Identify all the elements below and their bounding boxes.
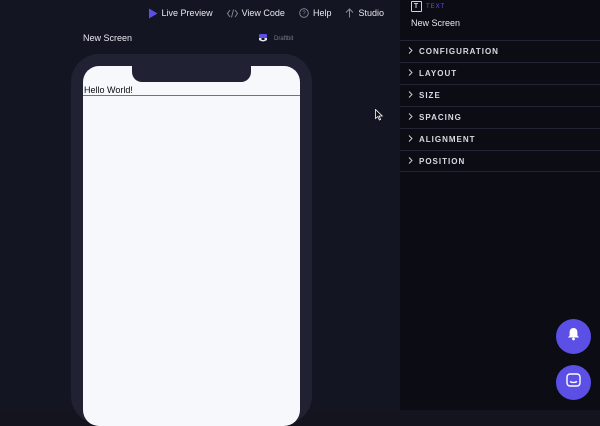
- chat-button[interactable]: [556, 365, 591, 400]
- section-label: LAYOUT: [419, 69, 458, 78]
- section-label: SPACING: [419, 113, 462, 122]
- chevron-right-icon: [408, 91, 413, 100]
- brand-badge: Draftbit: [258, 33, 293, 45]
- bell-icon: [567, 327, 580, 346]
- view-code-label: View Code: [241, 8, 285, 18]
- help-icon: ?: [299, 8, 309, 18]
- element-type-row: T TEXT: [411, 1, 445, 12]
- play-icon: [148, 8, 158, 19]
- properties-panel: T TEXT New Screen CONFIGURATION LAYOUT S…: [400, 0, 600, 410]
- code-icon: [226, 8, 238, 18]
- section-label: POSITION: [419, 156, 466, 166]
- view-code-button[interactable]: View Code: [226, 8, 285, 18]
- section-list: CONFIGURATION LAYOUT SIZE SPACING ALIGNM…: [400, 40, 600, 172]
- panel-header: T TEXT New Screen: [400, 0, 600, 40]
- chevron-right-icon: [408, 69, 413, 78]
- mouse-cursor-icon: [375, 108, 384, 126]
- hello-world-text[interactable]: Hello World!: [83, 84, 300, 96]
- element-name: New Screen: [411, 18, 461, 28]
- brand-label: Draftbit: [274, 36, 294, 42]
- live-preview-label: Live Preview: [161, 8, 213, 18]
- chevron-right-icon: [408, 113, 413, 122]
- help-button[interactable]: ? Help: [299, 8, 332, 18]
- section-layout[interactable]: LAYOUT: [400, 62, 600, 84]
- chevron-right-icon: [408, 135, 413, 144]
- chevron-right-icon: [408, 47, 413, 56]
- screen-title: New Screen: [83, 33, 133, 43]
- help-label: Help: [312, 8, 332, 18]
- draftbit-logo-icon: [258, 33, 268, 45]
- section-label: CONFIGURATION: [419, 47, 499, 56]
- arrow-up-icon: [345, 8, 354, 18]
- top-toolbar: Live Preview View Code ? Help Studio: [0, 0, 400, 26]
- chat-icon: [566, 373, 581, 392]
- element-type-label: TEXT: [426, 3, 446, 10]
- section-size[interactable]: SIZE: [400, 84, 600, 106]
- text-type-icon: T: [411, 1, 422, 12]
- studio-label: Studio: [358, 8, 384, 18]
- chevron-right-icon: [408, 156, 413, 166]
- phone-screen[interactable]: Hello World!: [83, 66, 300, 426]
- section-spacing[interactable]: SPACING: [400, 106, 600, 128]
- phone-notch: [132, 66, 251, 82]
- live-preview-button[interactable]: Live Preview: [148, 8, 213, 19]
- section-configuration[interactable]: CONFIGURATION: [400, 40, 600, 62]
- section-label: SIZE: [419, 91, 441, 100]
- section-position[interactable]: POSITION: [400, 150, 600, 172]
- section-label: ALIGNMENT: [419, 135, 476, 144]
- svg-text:?: ?: [302, 11, 306, 17]
- canvas-area: Live Preview View Code ? Help Studio New…: [0, 0, 400, 426]
- phone-frame: Hello World!: [71, 54, 312, 426]
- notifications-button[interactable]: [556, 319, 591, 354]
- section-alignment[interactable]: ALIGNMENT: [400, 128, 600, 150]
- studio-button[interactable]: Studio: [345, 8, 384, 18]
